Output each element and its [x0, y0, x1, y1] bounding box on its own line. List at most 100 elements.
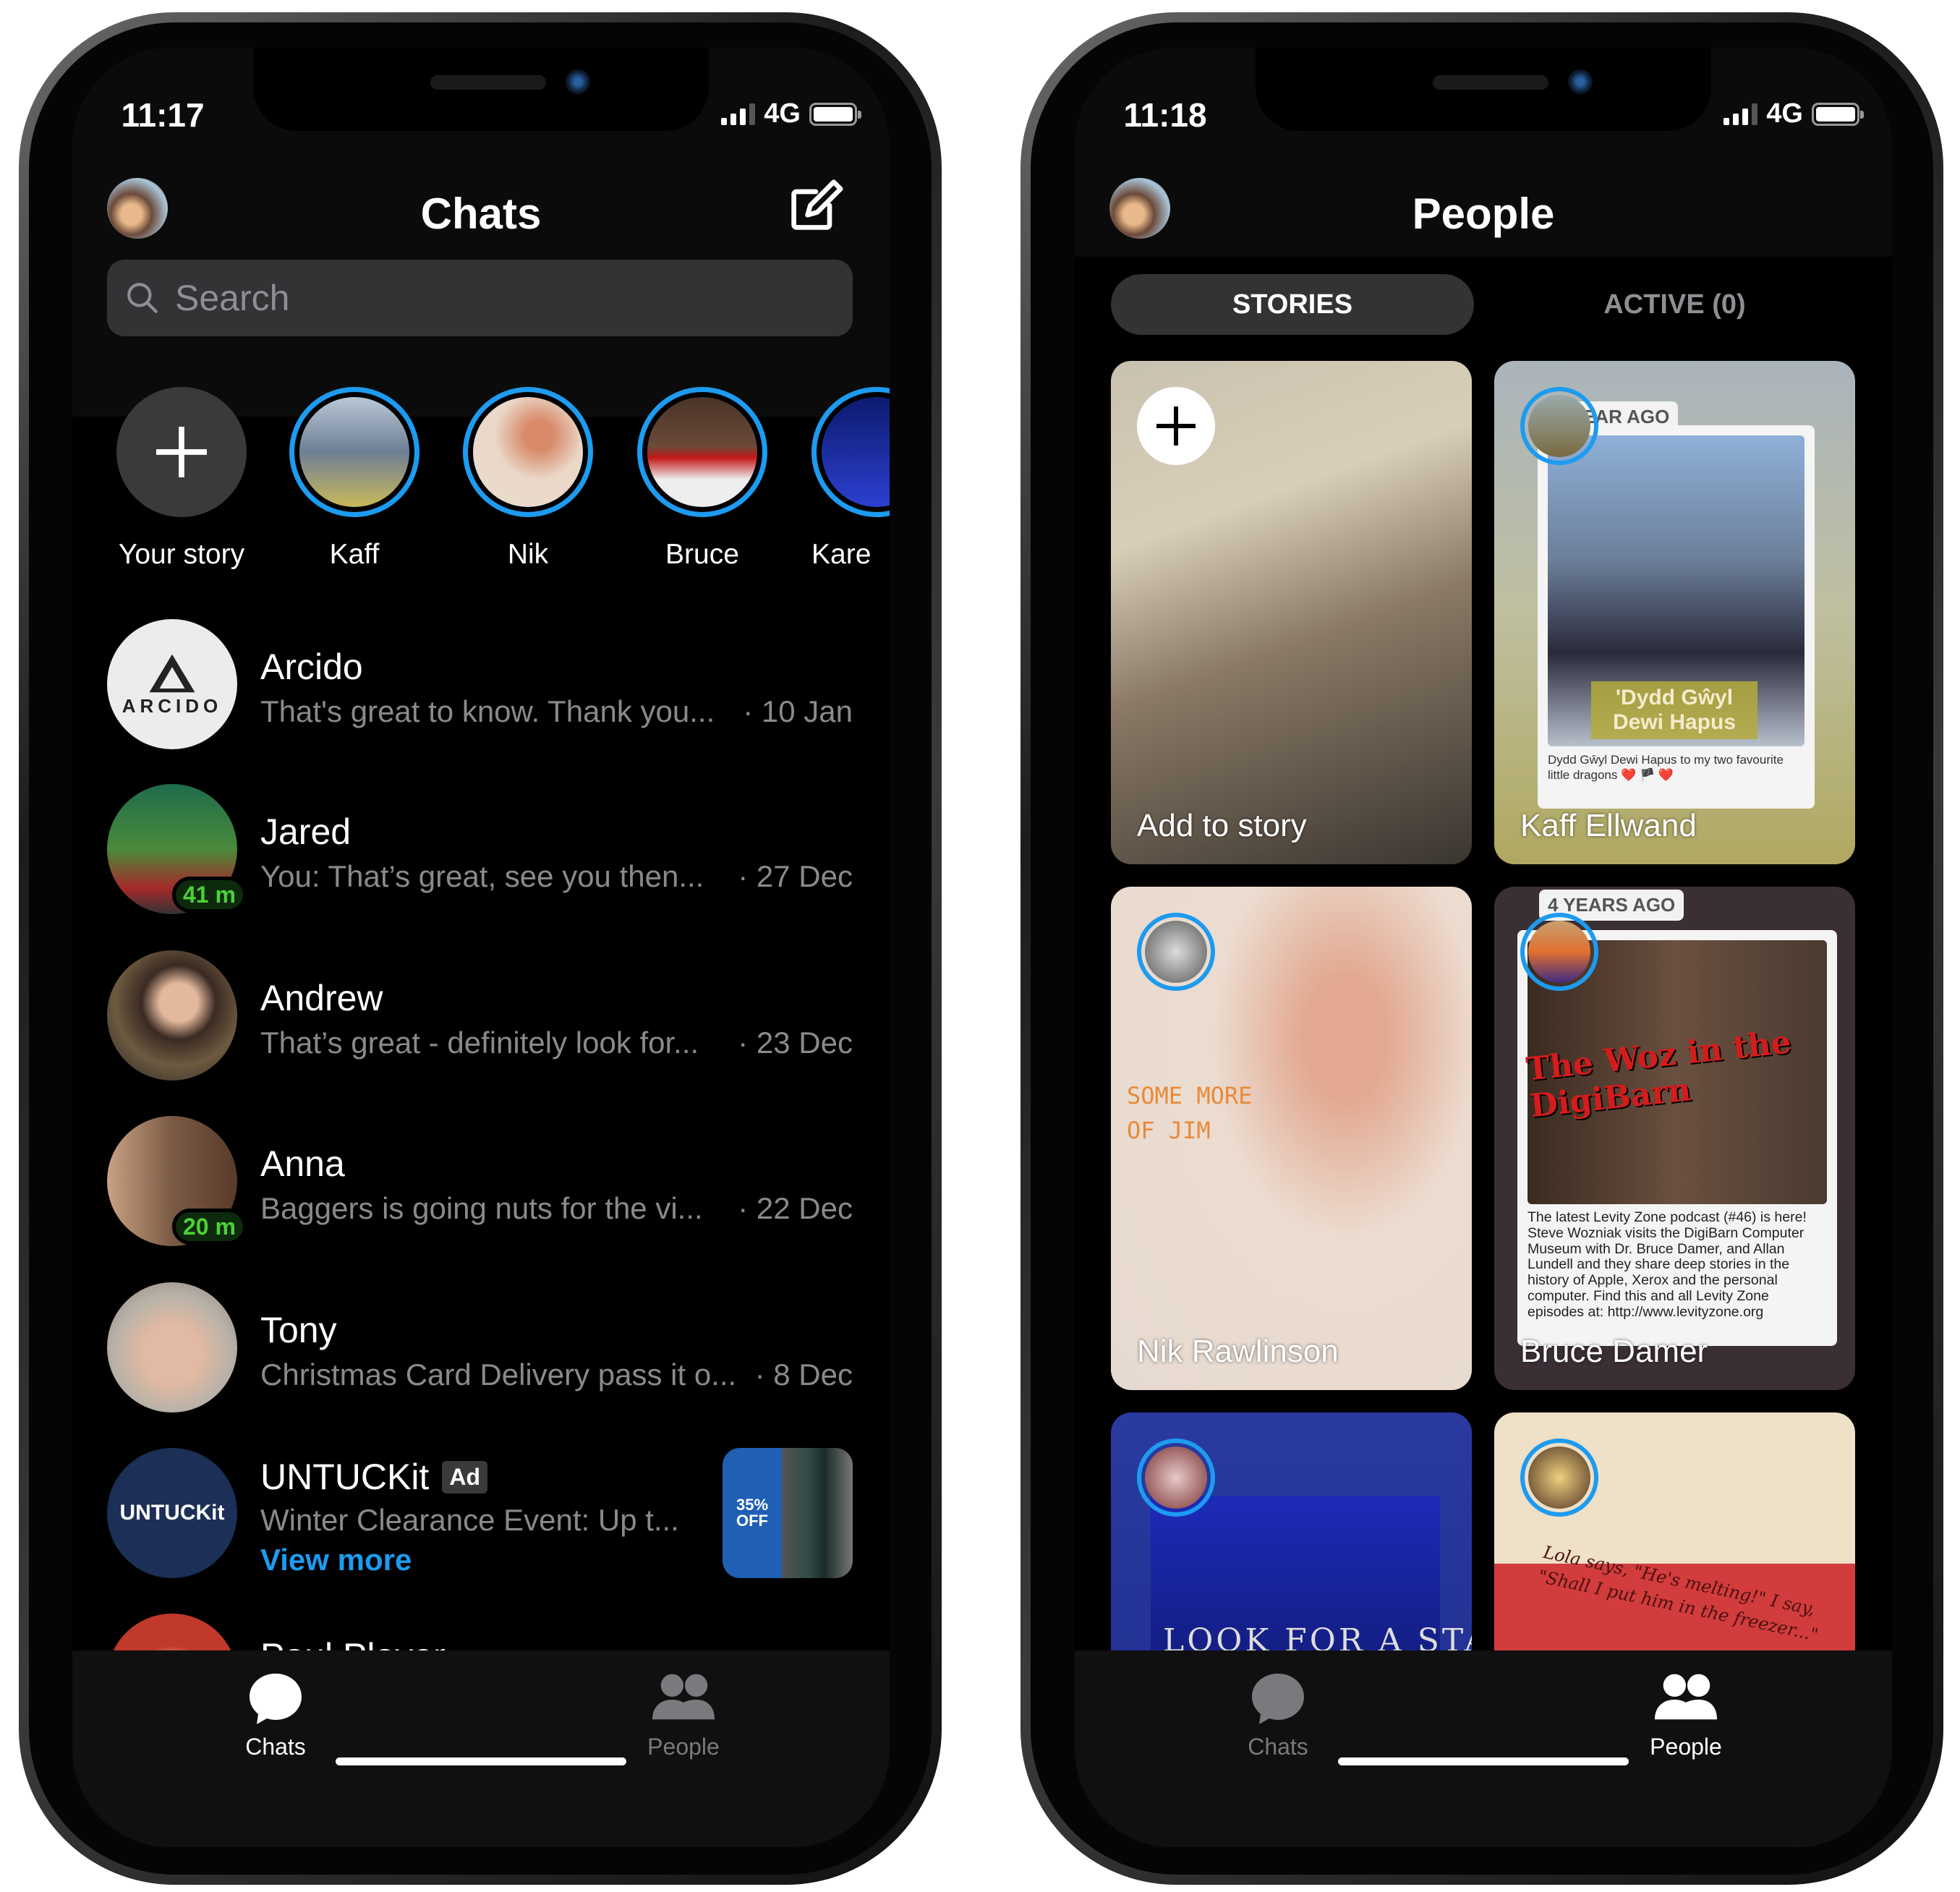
chat-date: · 27 Dec: [738, 859, 853, 893]
story-label: Bruce: [665, 539, 739, 570]
add-story-button[interactable]: [1137, 387, 1215, 465]
network-type: 4G: [764, 98, 801, 129]
story-card-add[interactable]: Add to story: [1111, 361, 1472, 864]
page-title: People: [1412, 189, 1555, 238]
tab-label: Chats: [1248, 1734, 1308, 1760]
bottom-tab-bar: Chats People: [1075, 1650, 1892, 1847]
chat-preview: Baggers is going nuts for the vi...: [260, 1191, 703, 1225]
post-caption: The latest Levity Zone podcast (#46) is …: [1527, 1209, 1807, 1320]
segment-active[interactable]: ACTIVE (0): [1494, 274, 1855, 335]
segment-stories[interactable]: STORIES: [1111, 274, 1474, 335]
story-ring: [1520, 387, 1598, 465]
story-your-story[interactable]: Your story: [116, 387, 247, 570]
signal-icon: [721, 103, 756, 125]
status-time: 11:18: [1123, 96, 1207, 134]
home-indicator[interactable]: [336, 1757, 626, 1765]
presence-badge: 41 m: [172, 877, 247, 913]
tab-label: Chats: [245, 1734, 306, 1760]
chat-preview: That’s great - definitely look for...: [260, 1026, 699, 1060]
search-icon: [127, 283, 158, 313]
card-name: Add to story: [1137, 808, 1307, 843]
add-story-button[interactable]: [116, 387, 247, 517]
people-icon: [652, 1674, 715, 1720]
story-label: Your story: [118, 539, 245, 570]
tab-label: People: [647, 1734, 720, 1760]
tab-people[interactable]: People: [1614, 1671, 1758, 1760]
story-nik[interactable]: Nik: [463, 387, 593, 570]
status-indicators: 4G: [1723, 98, 1864, 129]
chat-name: Arcido: [260, 647, 363, 687]
chat-row-jared[interactable]: 41 m Jared You: That’s great, see you th…: [107, 784, 853, 914]
story-bruce[interactable]: Bruce: [637, 387, 767, 570]
search-input[interactable]: Search: [107, 260, 853, 336]
chat-name: Jared: [260, 811, 351, 852]
story-card-bruce[interactable]: 4 YEARS AGO The Woz in the DigiBarn The …: [1494, 887, 1855, 1390]
avatar: [107, 1282, 237, 1412]
avatar-text: ARCIDO: [122, 694, 223, 717]
story-kaff[interactable]: Kaff: [289, 387, 419, 570]
status-time: 11:17: [121, 96, 205, 134]
art-text: Lola says, "He's melting!" I say, "Shall…: [1536, 1542, 1820, 1645]
camera-icon: [1568, 69, 1593, 94]
tab-chats[interactable]: Chats: [1206, 1671, 1350, 1760]
avatar: UNTUCKit: [107, 1448, 237, 1578]
camera-icon: [566, 69, 590, 94]
chat-name: UNTUCKit: [260, 1457, 430, 1497]
story-label: Kare: [811, 539, 872, 570]
story-ring: [1520, 913, 1598, 991]
story-label: Kaff: [329, 539, 380, 570]
post-headline: 'Dydd Gŵyl Dewi Hapus: [1591, 681, 1757, 739]
page-title: Chats: [420, 189, 542, 238]
chat-date: · 8 Dec: [754, 1358, 853, 1392]
story-label: Nik: [507, 539, 549, 570]
post-headline: The Woz in the DigiBarn: [1524, 1023, 1793, 1125]
battery-icon: [1812, 102, 1864, 126]
story-ring: [1137, 913, 1215, 991]
presence-badge: 20 m: [172, 1209, 247, 1245]
tab-chats[interactable]: Chats: [203, 1671, 348, 1760]
notch: [253, 48, 709, 131]
card-name: Kaff Ellwand: [1520, 808, 1697, 843]
chat-row-untuckit-ad[interactable]: UNTUCKit UNTUCKit Ad Winter Clearance Eve…: [107, 1448, 853, 1578]
chat-row-anna[interactable]: 20 m Anna Baggers is going nuts for the …: [107, 1116, 853, 1246]
chat-row-andrew[interactable]: Andrew That’s great - definitely look fo…: [107, 950, 853, 1081]
story-ring: [1137, 1439, 1215, 1517]
compose-icon[interactable]: [788, 178, 843, 233]
avatar: ARCIDO: [107, 619, 237, 749]
people-icon: [1654, 1674, 1718, 1720]
people-screen: 11:18 4G People STORIES ACTIVE (0) Add t…: [1075, 48, 1892, 1847]
card-name: Bruce Damer: [1520, 1334, 1708, 1369]
status-indicators: 4G: [721, 98, 861, 129]
plus-icon: [156, 427, 207, 477]
ad-badge: Ad: [442, 1460, 487, 1493]
search-placeholder: Search: [175, 278, 290, 318]
chat-date: · 10 Jan: [743, 694, 853, 728]
network-type: 4G: [1766, 98, 1803, 129]
story-card-nik[interactable]: SOME MORE OF JIM Nik Rawlinson: [1111, 887, 1472, 1390]
home-indicator[interactable]: [1338, 1757, 1629, 1765]
chats-screen: 11:17 4G Chats Search Your story Kaff Ni…: [72, 48, 890, 1847]
avatar: [107, 950, 237, 1081]
tab-people[interactable]: People: [611, 1671, 756, 1760]
chat-bubble-icon: [1252, 1674, 1304, 1724]
chat-name: Andrew: [260, 978, 383, 1018]
view-more-link[interactable]: View more: [260, 1543, 412, 1577]
signal-icon: [1723, 103, 1758, 125]
tab-label: People: [1650, 1734, 1722, 1760]
chat-name: Anna: [260, 1143, 345, 1184]
plus-icon: [1156, 406, 1196, 446]
shared-post: The Woz in the DigiBarn The latest Levit…: [1517, 930, 1837, 1346]
story-kare[interactable]: Kare: [811, 387, 890, 570]
ad-thumbnail[interactable]: 35% OFF: [723, 1448, 853, 1578]
story-ring: [1520, 1439, 1598, 1517]
arcido-logo-icon: [149, 654, 195, 692]
chat-preview: That's great to know. Thank you...: [260, 694, 715, 728]
chat-row-tony[interactable]: Tony Christmas Card Delivery pass it o..…: [107, 1282, 853, 1412]
shared-post: 'Dydd Gŵyl Dewi Hapus Dydd Gŵyl Dewi Hap…: [1538, 425, 1815, 809]
chat-row-arcido[interactable]: ARCIDO Arcido That's great to know. Than…: [107, 619, 853, 749]
chat-date: · 23 Dec: [738, 1026, 853, 1060]
story-card-kaff[interactable]: EAR AGO 'Dydd Gŵyl Dewi Hapus Dydd Gŵyl …: [1494, 361, 1855, 864]
card-name: Nik Rawlinson: [1137, 1334, 1339, 1369]
ad-thumbnail-text: 35% OFF: [723, 1448, 782, 1578]
chat-name: Tony: [260, 1310, 337, 1350]
